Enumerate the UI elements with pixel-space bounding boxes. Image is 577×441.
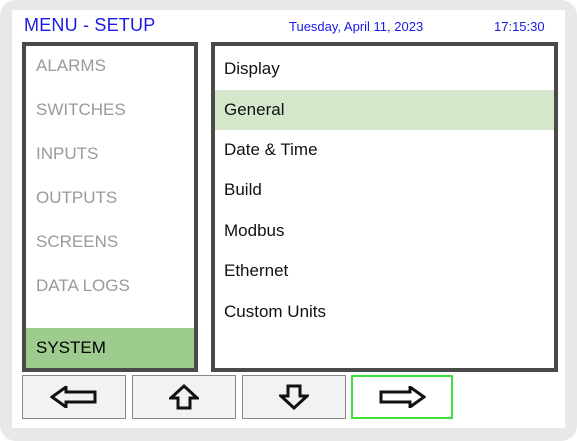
menu-item-label: Custom Units bbox=[224, 302, 327, 321]
menu-item-label: Ethernet bbox=[224, 261, 289, 280]
nav-up-button[interactable] bbox=[132, 375, 236, 419]
nav-right-button[interactable] bbox=[351, 375, 453, 419]
menu-item-label: Build bbox=[224, 180, 262, 199]
menu-item-date-time[interactable]: Date & Time bbox=[215, 130, 554, 170]
category-item-inputs[interactable]: INPUTS bbox=[26, 134, 194, 174]
menu-item-label: Modbus bbox=[224, 221, 285, 240]
category-item-system[interactable]: SYSTEM bbox=[26, 328, 194, 368]
display-screen: MENU - SETUP Tuesday, April 11, 2023 17:… bbox=[12, 10, 565, 428]
nav-left-button[interactable] bbox=[22, 375, 126, 419]
arrow-down-icon bbox=[279, 384, 309, 410]
time-display: 17:15:30 bbox=[494, 19, 545, 34]
menu-item-label: Date & Time bbox=[224, 140, 318, 159]
category-label: SYSTEM bbox=[36, 338, 106, 357]
menu-item-general[interactable]: General bbox=[215, 90, 554, 130]
category-item-screens[interactable]: SCREENS bbox=[26, 222, 194, 262]
category-label: OUTPUTS bbox=[36, 188, 118, 207]
arrow-right-icon bbox=[379, 386, 426, 408]
category-item-outputs[interactable]: OUTPUTS bbox=[26, 178, 194, 218]
category-item-alarms[interactable]: ALARMS bbox=[26, 46, 194, 86]
menu-item-ethernet[interactable]: Ethernet bbox=[215, 251, 554, 291]
nav-down-button[interactable] bbox=[242, 375, 346, 419]
category-label: INPUTS bbox=[36, 144, 99, 163]
menu-item-modbus[interactable]: Modbus bbox=[215, 211, 554, 251]
menu-item-build[interactable]: Build bbox=[215, 170, 554, 210]
menu-item-label: Display bbox=[224, 59, 280, 78]
category-list: ALARMS SWITCHES INPUTS OUTPUTS SCREENS D… bbox=[22, 42, 198, 372]
header-bar: MENU - SETUP Tuesday, April 11, 2023 17:… bbox=[12, 10, 565, 38]
date-display: Tuesday, April 11, 2023 bbox=[289, 19, 424, 34]
category-item-data-logs[interactable]: DATA LOGS bbox=[26, 266, 194, 306]
submenu-list: Display General Date & Time Build Modbus… bbox=[211, 42, 558, 372]
category-label: DATA LOGS bbox=[36, 276, 130, 295]
category-item-switches[interactable]: SWITCHES bbox=[26, 90, 194, 130]
menu-item-label: General bbox=[224, 100, 285, 119]
category-label: SCREENS bbox=[36, 232, 119, 251]
menu-item-display[interactable]: Display bbox=[215, 49, 554, 89]
arrow-up-icon bbox=[169, 384, 199, 410]
device-bezel: MENU - SETUP Tuesday, April 11, 2023 17:… bbox=[0, 0, 577, 441]
arrow-left-icon bbox=[50, 386, 97, 408]
menu-item-custom-units[interactable]: Custom Units bbox=[215, 292, 554, 332]
page-title: MENU - SETUP bbox=[24, 15, 156, 35]
category-label: ALARMS bbox=[36, 56, 106, 75]
category-label: SWITCHES bbox=[36, 100, 126, 119]
